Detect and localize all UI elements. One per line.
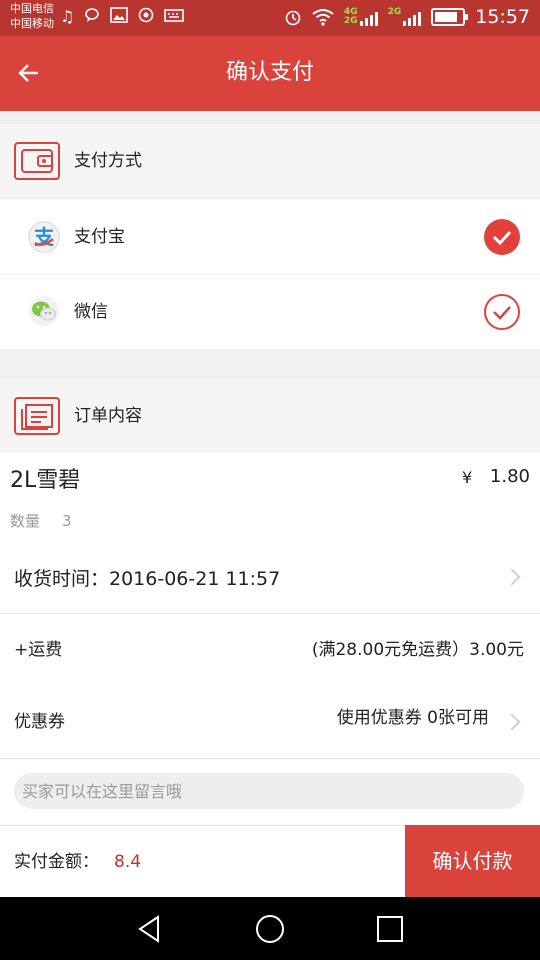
quantity-value: 3 — [62, 512, 72, 530]
quantity-label: 数量 — [10, 512, 41, 530]
battery-icon — [431, 8, 469, 26]
chevron-right-icon — [503, 568, 521, 586]
bottom-bar: 实付金额： 8.4 确认付款 — [0, 825, 540, 897]
app-header: 确认支付 — [0, 36, 540, 111]
carrier-2: 中国移动 — [10, 17, 54, 30]
page-title: 确认支付 — [225, 60, 314, 85]
delivery-time-row[interactable]: 收货时间：2016-06-21 11:57 — [0, 547, 540, 613]
confirm-payment-button[interactable]: 确认付款 — [405, 825, 540, 897]
network-type-2g: 2G — [343, 16, 358, 26]
product-name: 2L雪碧 — [10, 468, 81, 493]
alipay-logo-icon: 支 — [28, 221, 60, 253]
network-type-2g-secondary: 2G — [387, 7, 402, 17]
system-icons: 4G 2G 2G _ 15:57 — [284, 6, 530, 28]
delivery-time: 收货时间：2016-06-21 11:57 — [14, 568, 281, 590]
order-item: 2L雪碧 ¥ 1.80 数量 3 — [0, 453, 540, 547]
payment-method-header: 支付方式 — [0, 124, 540, 198]
chat-bubble-icon — [85, 8, 100, 22]
carrier-names: 中国电信 中国移动 — [10, 1, 54, 31]
alarm-icon — [285, 10, 301, 26]
chevron-right-icon — [503, 713, 521, 731]
shipping-label: +运费 — [14, 640, 63, 660]
coupon-label: 优惠券 — [14, 712, 65, 732]
total-label: 实付金额： — [14, 852, 99, 872]
payment-option-label: 微信 — [74, 302, 108, 322]
clock: 15:57 — [475, 6, 530, 28]
notification-icons: ♫ — [60, 7, 185, 26]
carrier-1: 中国电信 — [10, 2, 54, 15]
keyboard-icon — [164, 9, 185, 22]
signal-bars-icon — [359, 10, 378, 26]
currency-symbol: ¥ — [462, 468, 473, 487]
nav-back-icon[interactable] — [134, 913, 166, 945]
nav-recents-icon[interactable] — [374, 913, 406, 945]
image-icon — [110, 7, 129, 23]
signal-bars-icon-secondary — [403, 10, 422, 26]
nav-home-icon[interactable] — [254, 913, 286, 945]
payment-option-wechat[interactable]: 微信 — [0, 275, 540, 349]
radio-unchecked-icon[interactable] — [484, 294, 520, 330]
product-price: 1.80 — [489, 466, 530, 487]
system-navigation-bar — [0, 897, 540, 960]
battery-fill — [435, 12, 458, 22]
total-value: 8.4 — [114, 852, 142, 872]
payment-method-title: 支付方式 — [74, 151, 142, 171]
coupon-row[interactable]: 优惠券 使用优惠券 0张可用 — [0, 686, 540, 758]
coupon-value: 使用优惠券 0张可用 — [336, 708, 489, 728]
order-content-header: 订单内容 — [0, 379, 540, 453]
status-bar: 中国电信 中国移动 ♫ 4G 2G 2G _ 15:57 — [0, 0, 540, 36]
wechat-logo-icon — [28, 295, 60, 327]
shipping-value: (满28.00元免运费）3.00元 — [311, 640, 524, 660]
order-content-title: 订单内容 — [74, 406, 142, 426]
music-icon: ♫ — [60, 7, 75, 26]
wifi-icon — [312, 9, 334, 26]
order-list-icon — [14, 397, 60, 435]
app-badge-icon — [139, 7, 154, 23]
payment-option-label: 支付宝 — [74, 227, 125, 247]
wallet-icon — [14, 142, 60, 180]
mobile-network-indicator: 4G 2G — [344, 8, 378, 26]
payment-option-alipay[interactable]: 支 支付宝 — [0, 199, 540, 274]
shipping-row: +运费 (满28.00元免运费）3.00元 — [0, 614, 540, 686]
mobile-network-indicator-2: 2G _ — [388, 8, 422, 26]
message-input[interactable] — [14, 773, 524, 809]
radio-checked-icon[interactable] — [484, 219, 520, 255]
